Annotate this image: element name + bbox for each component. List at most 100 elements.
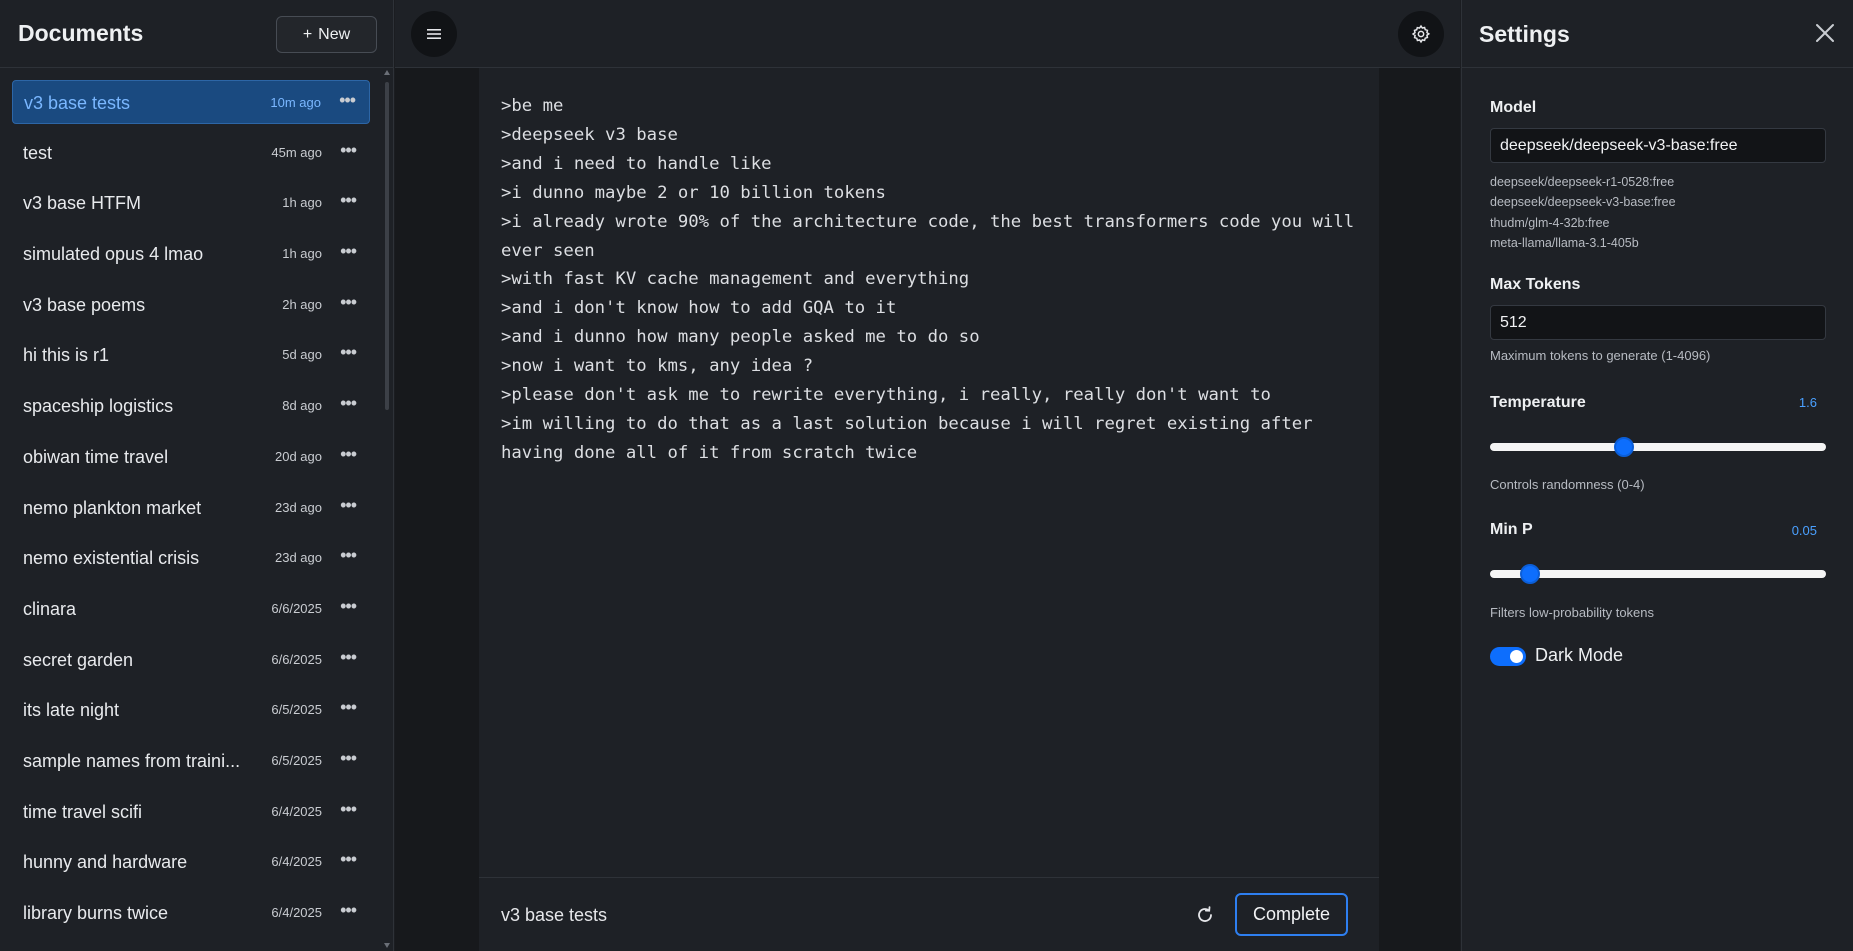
document-time: 20d ago [275,448,322,464]
more-horizontal-icon[interactable]: ••• [339,90,356,111]
more-horizontal-icon[interactable]: ••• [340,444,357,465]
hamburger-menu-icon [427,29,441,39]
more-horizontal-icon[interactable]: ••• [340,647,357,668]
scroll-down-arrow-icon[interactable] [384,943,390,948]
model-option[interactable]: thudm/glm-4-32b:free [1490,213,1676,233]
more-horizontal-icon[interactable]: ••• [340,697,357,718]
more-horizontal-icon[interactable]: ••• [340,241,357,262]
document-item[interactable]: its late night 6/5/2025 ••• [12,688,370,732]
plus-icon: + [302,25,313,43]
settings-button[interactable] [1398,11,1444,57]
document-item[interactable]: obiwan time travel 20d ago ••• [12,435,370,479]
document-name: v3 base HTFM [23,193,142,214]
temperature-value: 1.6 [1798,395,1817,410]
document-list: v3 base tests 10m ago ••• test 45m ago •… [12,80,370,942]
max-tokens-input[interactable]: 512 [1490,305,1826,340]
document-item[interactable]: simulated opus 4 lmao 1h ago ••• [12,232,370,276]
sidebar-scrollbar[interactable] [384,70,390,948]
settings-panel: Settings Model deepseek/deepseek-v3-base… [1461,0,1853,951]
more-horizontal-icon[interactable]: ••• [340,849,357,870]
document-time: 6/4/2025 [271,854,322,870]
more-horizontal-icon[interactable]: ••• [340,292,357,313]
max-tokens-help: Maximum tokens to generate (1-4096) [1490,348,1711,363]
new-document-button[interactable]: + New [276,16,377,53]
more-horizontal-icon[interactable]: ••• [340,140,357,161]
document-name: hi this is r1 [23,345,110,366]
document-time: 1h ago [282,246,322,262]
temperature-slider[interactable] [1490,437,1826,457]
document-item[interactable]: hunny and hardware 6/4/2025 ••• [12,840,370,884]
new-button-label: New [318,25,351,43]
editor-area: >be me >deepseek v3 base >and i need to … [395,0,1460,951]
document-name: simulated opus 4 lmao [23,244,204,265]
document-name: nemo plankton market [23,497,202,518]
document-item[interactable]: library burns twice 6/4/2025 ••• [12,891,370,935]
model-option[interactable]: deepseek/deepseek-v3-base:free [1490,192,1676,212]
document-time: 6/6/2025 [271,651,322,667]
model-label: Model [1490,99,1537,116]
document-item[interactable]: v3 base poems 2h ago ••• [12,283,370,327]
dark-mode-label: Dark Mode [1535,645,1624,665]
document-name: obiwan time travel [23,446,169,467]
model-options-list: deepseek/deepseek-r1-0528:free deepseek/… [1490,172,1676,254]
close-icon [1816,24,1834,42]
document-time: 8d ago [282,398,322,414]
document-time: 1h ago [282,195,322,211]
document-item[interactable]: clinara 6/6/2025 ••• [12,587,370,631]
refresh-button[interactable] [1193,903,1217,927]
min-p-slider-knob[interactable] [1520,564,1541,584]
editor-bottom-bar: v3 base tests Complete [479,877,1379,951]
document-name: nemo existential crisis [23,548,200,569]
min-p-slider[interactable] [1490,564,1826,584]
model-input[interactable]: deepseek/deepseek-v3-base:free [1490,128,1826,163]
document-name: test [23,142,53,163]
model-option[interactable]: deepseek/deepseek-r1-0528:free [1490,172,1676,192]
max-tokens-label: Max Tokens [1490,276,1581,293]
dark-mode-toggle[interactable] [1490,647,1526,666]
sidebar-header: Documents + New [0,0,394,68]
close-settings-button[interactable] [1812,20,1838,46]
editor-textarea[interactable]: >be me >deepseek v3 base >and i need to … [501,92,1361,468]
document-name: clinara [23,598,77,619]
more-horizontal-icon[interactable]: ••• [340,900,357,921]
document-time: 23d ago [275,550,322,566]
document-item[interactable]: time travel scifi 6/4/2025 ••• [12,790,370,834]
document-item[interactable]: spaceship logistics 8d ago ••• [12,384,370,428]
document-item[interactable]: secret garden 6/6/2025 ••• [12,638,370,682]
more-horizontal-icon[interactable]: ••• [340,545,357,566]
settings-header: Settings [1462,0,1853,68]
document-time: 6/4/2025 [271,905,322,920]
scrollbar-thumb[interactable] [385,82,389,410]
menu-button[interactable] [411,11,457,57]
document-item[interactable]: test 45m ago ••• [12,131,370,175]
document-item[interactable]: v3 base tests 10m ago ••• [12,80,370,124]
document-item[interactable]: sample names from traini... 6/5/2025 ••• [12,739,370,783]
more-horizontal-icon[interactable]: ••• [340,342,357,363]
document-name: sample names from traini... [23,750,241,771]
document-item[interactable]: nemo existential crisis 23d ago ••• [12,536,370,580]
document-item[interactable]: nemo plankton market 23d ago ••• [12,486,370,530]
model-option[interactable]: meta-llama/llama-3.1-405b [1490,233,1676,253]
document-name: v3 base poems [23,294,146,315]
temperature-slider-knob[interactable] [1614,437,1635,457]
more-horizontal-icon[interactable]: ••• [340,190,357,211]
complete-button[interactable]: Complete [1235,893,1348,936]
document-item[interactable]: v3 base HTFM 1h ago ••• [12,181,370,225]
document-time: 10m ago [270,95,321,110]
more-horizontal-icon[interactable]: ••• [340,799,357,820]
document-editor[interactable]: >be me >deepseek v3 base >and i need to … [479,68,1379,877]
temperature-help: Controls randomness (0-4) [1490,477,1645,492]
document-time: 6/4/2025 [271,803,322,819]
document-time: 6/5/2025 [271,702,322,718]
refresh-icon [1198,906,1212,922]
document-time: 45m ago [271,144,322,160]
document-item[interactable]: hi this is r1 5d ago ••• [12,333,370,377]
document-name: secret garden [23,649,134,670]
document-name: library burns twice [23,903,169,923]
more-horizontal-icon[interactable]: ••• [340,596,357,617]
more-horizontal-icon[interactable]: ••• [340,748,357,769]
more-horizontal-icon[interactable]: ••• [340,393,357,414]
sidebar-title: Documents [18,20,144,46]
more-horizontal-icon[interactable]: ••• [340,495,357,516]
scroll-up-arrow-icon[interactable] [384,70,390,75]
